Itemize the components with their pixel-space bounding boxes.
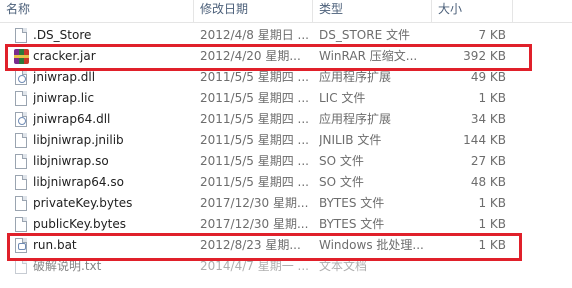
file-row[interactable]: publicKey.bytes 2017/12/30 星期... BYTES 文件 1…: [0, 214, 572, 235]
file-row[interactable]: .DS_Store 2012/4/8 星期日 ... DS_STORE 文件 7 KB: [0, 25, 572, 46]
file-row[interactable]: jniwrap64.dll 2011/5/5 星期四 ... 应用程序扩展 34 KB: [0, 109, 572, 130]
file-size: 48 KB: [470, 175, 506, 189]
file-size: 144 KB: [463, 133, 506, 147]
file-date-modified: 2011/5/5 星期四 ...: [200, 175, 309, 189]
file-date-modified: 2012/4/8 星期日 ...: [200, 28, 309, 42]
file-type: JNILIB 文件: [319, 133, 382, 147]
file-type: SO 文件: [319, 175, 364, 189]
file-row[interactable]: libjniwrap.so 2011/5/5 星期四 ... SO 文件 27 KB: [0, 151, 572, 172]
file-name: jniwrap64.dll: [33, 112, 111, 126]
file-name: libjniwrap.so: [33, 154, 109, 168]
document-icon: [14, 172, 30, 193]
file-date-modified: 2017/12/30 星期...: [200, 217, 309, 231]
file-name: jniwrap.lic: [33, 91, 95, 105]
highlight-box-run-bat: [7, 233, 522, 261]
column-header-blank: [513, 0, 572, 22]
document-icon: [14, 151, 30, 172]
file-type: LIC 文件: [319, 91, 366, 105]
file-date-modified: 2011/5/5 星期四 ...: [200, 91, 309, 105]
file-size: 1 KB: [478, 91, 506, 105]
file-date-modified: 2011/5/5 星期四 ...: [200, 112, 309, 126]
file-size: 1 KB: [478, 217, 506, 231]
file-name: libjniwrap64.so: [33, 175, 124, 189]
column-header-size[interactable]: 大小: [432, 0, 513, 22]
file-date-modified: 2011/5/5 星期四 ...: [200, 154, 309, 168]
file-row[interactable]: jniwrap.lic 2011/5/5 星期四 ... LIC 文件 1 KB: [0, 88, 572, 109]
document-icon: [14, 214, 30, 235]
file-type: SO 文件: [319, 154, 364, 168]
document-icon: [14, 193, 30, 214]
file-type: BYTES 文件: [319, 217, 385, 231]
file-row[interactable]: libjniwrap.jnilib 2011/5/5 星期四 ... JNILIB …: [0, 130, 572, 151]
column-header-date-modified[interactable]: 修改日期: [194, 0, 313, 22]
document-icon: [14, 88, 30, 109]
file-name: publicKey.bytes: [33, 217, 127, 231]
document-icon: [14, 130, 30, 151]
file-type: 应用程序扩展: [319, 112, 392, 126]
file-name: libjniwrap.jnilib: [33, 133, 124, 147]
file-date-modified: 2017/12/30 星期...: [200, 196, 309, 210]
file-size: 7 KB: [478, 28, 506, 42]
file-size: 1 KB: [478, 196, 506, 210]
highlight-box-cracker-jar: [5, 44, 532, 71]
column-header-type[interactable]: 类型: [313, 0, 432, 22]
file-size: 34 KB: [470, 112, 506, 126]
file-row[interactable]: libjniwrap64.so 2011/5/5 星期四 ... SO 文件 48 K…: [0, 172, 572, 193]
file-type: BYTES 文件: [319, 196, 385, 210]
column-header-name[interactable]: 名称: [0, 0, 194, 22]
file-date-modified: 2011/5/5 星期四 ...: [200, 133, 309, 147]
file-size: 27 KB: [470, 154, 506, 168]
file-name: privateKey.bytes: [33, 196, 133, 210]
file-name: .DS_Store: [33, 28, 92, 42]
file-type: DS_STORE 文件: [319, 28, 410, 42]
column-header-bar: 名称 修改日期 类型 大小: [0, 0, 572, 23]
dll-icon: [14, 109, 30, 130]
document-icon: [14, 25, 30, 46]
file-row[interactable]: privateKey.bytes 2017/12/30 星期... BYTES 文件…: [0, 193, 572, 214]
